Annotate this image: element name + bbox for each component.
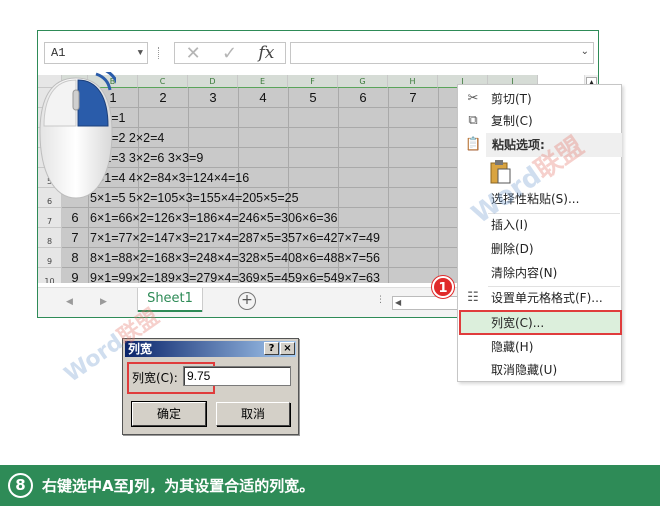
row-number-cell[interactable]: 6 bbox=[62, 208, 88, 228]
dialog-title-bar: 列宽 ? × bbox=[125, 341, 296, 357]
grid-line bbox=[388, 88, 389, 283]
step-number: 8 bbox=[8, 473, 33, 498]
insert-function-icon[interactable]: fx bbox=[258, 43, 274, 63]
header-number-cell[interactable]: 6 bbox=[338, 88, 388, 108]
paste-icon[interactable] bbox=[490, 159, 512, 185]
row-header-7[interactable]: 7 bbox=[38, 208, 62, 228]
help-button[interactable]: ? bbox=[264, 342, 279, 355]
row-number-cell[interactable]: 7 bbox=[62, 228, 88, 248]
copy-icon: ⧉ bbox=[468, 113, 478, 128]
menu-item-column-width[interactable]: 列宽(C)... bbox=[458, 311, 621, 335]
sheet-tab-sheet1[interactable]: Sheet1 bbox=[138, 288, 202, 312]
column-header-e[interactable]: E bbox=[238, 75, 288, 88]
multiplication-row[interactable]: 5×1=5 5×2=105×3=155×4=205×5=25 bbox=[90, 188, 299, 208]
menu-item-paste-special[interactable]: 选择性粘贴(S)... bbox=[458, 187, 621, 211]
menu-item-hide[interactable]: 隐藏(H) bbox=[458, 335, 621, 359]
clipboard-icon: 📋 bbox=[465, 137, 482, 152]
scissors-icon: ✂ bbox=[467, 91, 479, 106]
formula-bar: A1 ▼ ✕ ✓ fx ⌄ bbox=[38, 31, 598, 71]
menu-item-delete[interactable]: 删除(D) bbox=[458, 237, 621, 261]
menu-item-unhide[interactable]: 取消隐藏(U) bbox=[458, 358, 621, 382]
menu-item-cut[interactable]: ✂ 剪切(T) bbox=[458, 87, 621, 111]
column-header-h[interactable]: H bbox=[388, 75, 438, 88]
horizontal-scrollbar[interactable]: ◀ bbox=[392, 296, 458, 310]
multiplication-row[interactable]: 8×1=88×2=168×3=248×4=328×5=408×6=488×7=5… bbox=[90, 248, 380, 268]
column-width-dialog: 列宽 ? × 列宽(C): 9.75 确定 取消 bbox=[122, 338, 299, 435]
expand-formula-icon[interactable]: ⌄ bbox=[581, 46, 589, 57]
prev-sheet-icon[interactable]: ◀ bbox=[66, 297, 73, 307]
next-sheet-icon[interactable]: ▶ bbox=[100, 297, 107, 307]
paste-options-header: 粘贴选项: bbox=[486, 133, 622, 157]
header-number-cell[interactable]: 5 bbox=[288, 88, 338, 108]
row-number-cell[interactable]: 9 bbox=[62, 268, 88, 283]
cancel-button[interactable]: 取消 bbox=[216, 402, 290, 426]
grid-line bbox=[438, 88, 439, 283]
multiplication-row[interactable]: 6×1=66×2=126×3=186×4=246×5=306×6=36 bbox=[90, 208, 338, 228]
menu-item-clear-contents[interactable]: 清除内容(N) bbox=[458, 261, 621, 285]
header-number-cell[interactable]: 2 bbox=[138, 88, 188, 108]
row-header-10[interactable]: 10 bbox=[38, 268, 62, 283]
formula-buttons: ✕ ✓ fx bbox=[174, 42, 286, 64]
name-box-dropdown-icon[interactable]: ▼ bbox=[138, 43, 143, 63]
multiplication-row[interactable]: 9×1=99×2=189×3=279×4=369×5=459×6=549×7=6… bbox=[90, 268, 380, 283]
name-box-value: A1 bbox=[51, 46, 66, 60]
column-header-c[interactable]: C bbox=[138, 75, 188, 88]
context-menu: ✂ 剪切(T) ⧉ 复制(C) 📋 粘贴选项: 选择性粘贴(S)... 插入(I… bbox=[457, 84, 622, 382]
column-width-label: 列宽(C): bbox=[132, 371, 178, 385]
column-header-f[interactable]: F bbox=[288, 75, 338, 88]
instruction-footer: 8 右键选中A至J列，为其设置合适的列宽。 bbox=[0, 465, 660, 506]
format-cells-icon: ☷ bbox=[467, 290, 479, 305]
multiplication-row[interactable]: 7×1=77×2=147×3=217×4=287×5=357×6=427×7=4… bbox=[90, 228, 380, 248]
column-header-g[interactable]: G bbox=[338, 75, 388, 88]
row-number-cell[interactable]: 8 bbox=[62, 248, 88, 268]
column-header-d[interactable]: D bbox=[188, 75, 238, 88]
header-number-cell[interactable]: 3 bbox=[188, 88, 238, 108]
close-button[interactable]: × bbox=[280, 342, 295, 355]
column-width-input[interactable]: 9.75 bbox=[183, 366, 291, 386]
instruction-caption: 右键选中A至J列，为其设置合适的列宽。 bbox=[42, 477, 315, 495]
menu-item-format-cells[interactable]: ☷ 设置单元格格式(F)... bbox=[458, 286, 621, 310]
step-badge-1: 1 bbox=[432, 276, 454, 298]
header-number-cell[interactable]: 7 bbox=[388, 88, 438, 108]
ok-button[interactable]: 确定 bbox=[131, 401, 207, 427]
menu-item-insert[interactable]: 插入(I) bbox=[458, 213, 621, 237]
add-sheet-button[interactable]: + bbox=[238, 292, 256, 310]
selected-range[interactable]: 12345671×1=12×1=2 2×2=43×1=3 3×2=6 3×3=9… bbox=[62, 88, 489, 283]
formula-bar-separator bbox=[158, 47, 160, 59]
cancel-formula-icon[interactable]: ✕ bbox=[186, 43, 201, 64]
name-box[interactable]: A1 ▼ bbox=[44, 42, 148, 64]
tab-split-icon[interactable]: ⋮ bbox=[376, 295, 385, 305]
formula-input[interactable]: ⌄ bbox=[290, 42, 594, 64]
dialog-title: 列宽 bbox=[128, 342, 153, 356]
row-header-9[interactable]: 9 bbox=[38, 248, 62, 268]
header-number-cell[interactable]: 4 bbox=[238, 88, 288, 108]
menu-item-copy[interactable]: ⧉ 复制(C) bbox=[458, 109, 621, 133]
mouse-illustration-icon bbox=[39, 72, 116, 199]
row-header-8[interactable]: 8 bbox=[38, 228, 62, 248]
scroll-left-icon[interactable]: ◀ bbox=[395, 297, 401, 309]
confirm-formula-icon[interactable]: ✓ bbox=[222, 43, 237, 64]
